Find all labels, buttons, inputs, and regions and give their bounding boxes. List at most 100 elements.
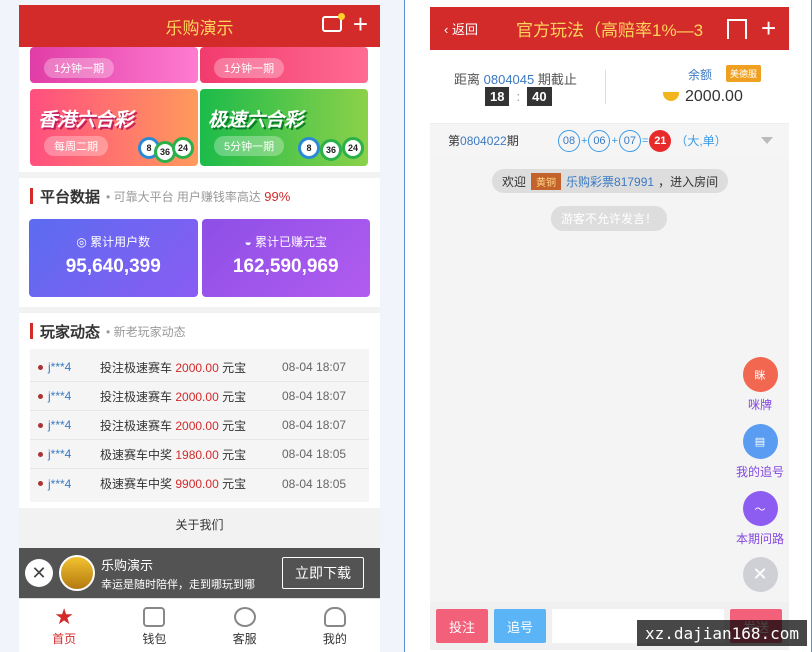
game-name: 极速六合彩 xyxy=(208,110,304,131)
close-icon[interactable]: ✕ xyxy=(25,559,53,587)
game-room-screen: ‹ 返回 官方玩法（高赔率1%—3 + 距离 0804045 期截止 18 : … xyxy=(404,0,812,652)
platform-subtitle: 可靠大平台 用户赚钱率高达 xyxy=(113,189,261,204)
feed-amount: 9900.00 xyxy=(175,477,219,491)
feed-user: j***4 xyxy=(48,418,72,432)
game-period: 1分钟一期 xyxy=(44,58,115,78)
game-period: 1分钟一期 xyxy=(214,58,285,78)
stat-label: 累计用户数 xyxy=(90,235,151,249)
countdown-minutes: 18 xyxy=(485,87,510,106)
message-icon[interactable] xyxy=(322,13,345,32)
feed-action: 投注极速赛车 xyxy=(100,360,173,375)
countdown-seconds: 40 xyxy=(527,87,552,106)
plus-icon[interactable]: + xyxy=(353,10,368,38)
tab-label: 钱包 xyxy=(142,632,167,646)
tab-mine[interactable]: 我的 xyxy=(290,599,380,652)
my-chase-button[interactable]: ▤ 我的追号 xyxy=(730,424,790,480)
platform-data-section: 平台数据 • 可靠大平台 用户赚钱率高达 99% ◎ 累计用户数 95,640,… xyxy=(19,178,380,307)
balance-value: 2000.00 xyxy=(685,88,743,105)
ticket-icon: ▤ xyxy=(742,424,778,459)
feed-row: j***4 极速赛车中奖 9900.00 元宝 08-04 18:05 xyxy=(30,469,369,498)
app-logo xyxy=(59,555,95,591)
chase-button[interactable]: 追号 xyxy=(494,609,546,643)
watermark: xz.dajian168.com xyxy=(637,620,807,646)
feed-amount: 2000.00 xyxy=(175,360,219,375)
feed-time: 08-04 18:07 xyxy=(282,418,347,432)
guest-notice: 游客不允许发言！ xyxy=(551,206,668,231)
feed-user: j***4 xyxy=(48,447,72,461)
feed-unit: 元宝 xyxy=(222,477,247,491)
ball-icon: 24 xyxy=(172,137,194,159)
current-period: 0804045 xyxy=(483,72,535,87)
tab-home[interactable]: ★ 首页 xyxy=(19,599,109,652)
game-card-hk-marksix[interactable]: 香港六合彩 每周二期 8 36 24 xyxy=(30,89,198,166)
download-button[interactable]: 立即下载 xyxy=(282,557,364,589)
banner-slogan: 幸运是随时陪伴，走到哪玩到哪 xyxy=(101,578,255,591)
stat-label: 累计已赚元宝 xyxy=(255,235,328,249)
result-sum: 21 xyxy=(649,129,672,152)
feed-action: 极速赛车中奖 xyxy=(100,447,173,462)
level-badge: 黄铜 xyxy=(531,172,562,190)
period-info: 距离 0804045 期截止 18 : 40 余额 美德服 2000.00 xyxy=(430,50,789,124)
chevron-down-icon[interactable] xyxy=(761,137,773,144)
feed-row: j***4 投注极速赛车 2000.00 元宝 08-04 18:07 xyxy=(30,353,369,382)
result-tag: （大,单） xyxy=(675,134,727,148)
result-ball: 07 xyxy=(618,129,641,152)
feed-user: j***4 xyxy=(48,389,72,403)
user-icon xyxy=(323,607,346,627)
feed-amount: 2000.00 xyxy=(175,389,219,404)
result-period: 0804022 xyxy=(460,134,507,148)
trend-icon: 〜 xyxy=(742,491,778,526)
about-us-link[interactable]: 关于我们 xyxy=(19,516,380,533)
welcome-user: 乐购彩票817991 xyxy=(566,174,655,189)
room-header: ‹ 返回 官方玩法（高赔率1%—3 + xyxy=(430,7,789,50)
feed-unit: 元宝 xyxy=(222,389,247,404)
feed-action: 极速赛车中奖 xyxy=(100,477,173,491)
chat-area: 欢迎 黄铜 乐购彩票817991 ，进入房间 游客不允许发言！ 眯 咪牌 ▤ 我… xyxy=(430,157,789,602)
game-period: 5分钟一期 xyxy=(214,136,285,156)
app-title: 乐购演示 xyxy=(165,18,234,38)
players-subtitle: 新老玩家动态 xyxy=(113,324,186,339)
tab-label: 客服 xyxy=(232,632,257,646)
plus-icon[interactable]: + xyxy=(761,13,776,44)
mipai-button[interactable]: 眯 咪牌 xyxy=(730,357,790,413)
back-button[interactable]: ‹ 返回 xyxy=(444,19,516,38)
wallet-icon xyxy=(143,607,166,627)
close-icon: ✕ xyxy=(742,557,778,592)
card-icon: 眯 xyxy=(742,357,778,392)
last-result[interactable]: 第0804022期 08 + 06 + 07 = 21 （大,单） xyxy=(430,124,789,157)
tab-wallet[interactable]: 钱包 xyxy=(109,599,199,652)
tab-label: 我的 xyxy=(322,632,347,646)
ingot-icon xyxy=(663,92,679,102)
player-activity-section: 玩家动态 • 新老玩家动态 j***4 投注极速赛车 2000.00 元宝 08… xyxy=(19,313,380,508)
platform-title: 平台数据 xyxy=(40,188,101,206)
road-map-button[interactable]: 〜 本期问路 xyxy=(730,491,790,547)
banner-app-name: 乐购演示 xyxy=(101,557,154,573)
feed-time: 08-04 18:07 xyxy=(282,389,347,403)
feed-row: j***4 投注极速赛车 2000.00 元宝 08-04 18:07 xyxy=(30,411,369,440)
players-title: 玩家动态 xyxy=(40,323,101,341)
stat-card-users: ◎ 累计用户数 95,640,399 xyxy=(29,219,198,297)
ingot-icon: ◒ xyxy=(244,235,252,249)
close-menu-button[interactable]: ✕ xyxy=(730,557,790,596)
home-icon[interactable] xyxy=(727,18,747,39)
section-title: 平台数据 • 可靠大平台 用户赚钱率高达 99% xyxy=(19,178,380,214)
section-title: 玩家动态 • 新老玩家动态 xyxy=(19,313,380,349)
tab-label: 首页 xyxy=(52,632,77,646)
feed-time: 08-04 18:05 xyxy=(282,476,347,491)
result-ball: 06 xyxy=(588,129,611,152)
feed-unit: 元宝 xyxy=(222,360,247,375)
vip-badge: 美德服 xyxy=(726,65,762,82)
game-period: 每周二期 xyxy=(44,136,108,156)
game-card-fast-marksix[interactable]: 极速六合彩 5分钟一期 8 36 24 xyxy=(200,89,368,166)
balance-label: 余额 xyxy=(688,68,713,82)
game-card-2[interactable]: 1分钟一期 xyxy=(200,47,368,83)
tab-service[interactable]: 客服 xyxy=(200,599,290,652)
ball-icon: 36 xyxy=(320,139,342,161)
bet-button[interactable]: 投注 xyxy=(436,609,488,643)
stat-card-earned: ◒ 累计已赚元宝 162,590,969 xyxy=(201,219,370,297)
activity-feed: j***4 投注极速赛车 2000.00 元宝 08-04 18:07 j***… xyxy=(30,349,369,502)
chat-icon xyxy=(233,607,256,627)
game-grid: 1分钟一期 1分钟一期 香港六合彩 每周二期 8 36 24 极速六合彩 5分钟… xyxy=(19,47,380,172)
result-ball: 08 xyxy=(558,129,580,152)
game-card-1[interactable]: 1分钟一期 xyxy=(30,47,198,83)
